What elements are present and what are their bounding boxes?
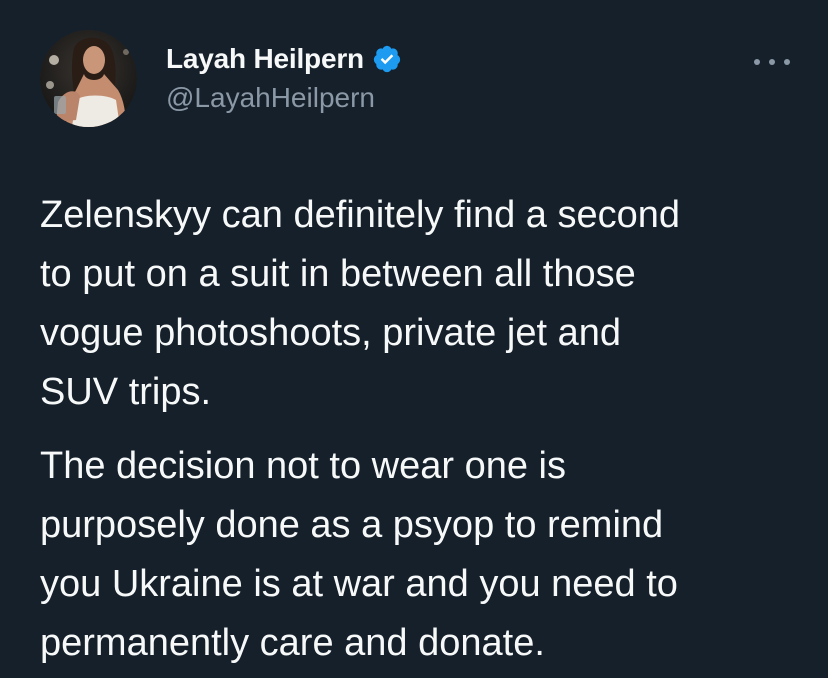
- tweet-paragraph-2: The decision not to wear one is purposel…: [40, 445, 678, 664]
- display-name[interactable]: Layah Heilpern: [166, 43, 364, 75]
- author-handle[interactable]: @LayahHeilpern: [166, 82, 402, 114]
- display-name-row: Layah Heilpern: [166, 42, 402, 76]
- more-options-icon[interactable]: [754, 52, 790, 72]
- tweet-paragraph-1: Zelenskyy can definitely find a second t…: [40, 194, 681, 413]
- profile-photo-icon: [40, 30, 137, 127]
- author-names: Layah Heilpern @LayahHeilpern: [166, 42, 402, 114]
- tweet-header: Layah Heilpern @LayahHeilpern: [40, 30, 790, 130]
- tweet-text: Zelenskyy can definitely find a second t…: [40, 186, 810, 673]
- tweet-card: Layah Heilpern @LayahHeilpern Zelenskyy …: [0, 0, 828, 678]
- avatar[interactable]: [40, 30, 137, 127]
- more-dot: [754, 59, 760, 65]
- more-dot: [784, 59, 790, 65]
- verified-badge-icon: [372, 44, 402, 74]
- more-dot: [769, 59, 775, 65]
